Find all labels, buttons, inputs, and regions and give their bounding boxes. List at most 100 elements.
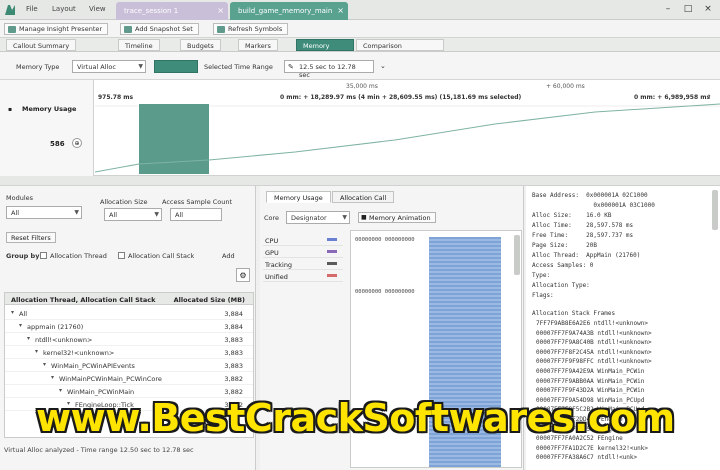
- allocation-size-select[interactable]: All ▼: [104, 208, 162, 221]
- allocation-thread-checkbox[interactable]: [40, 252, 47, 259]
- tree-row-label: WinMain_PCWinMain: [67, 388, 135, 396]
- menu-view[interactable]: View: [89, 5, 106, 13]
- maximize-icon[interactable]: □: [682, 3, 694, 15]
- chevron-down-icon: ▼: [138, 63, 143, 70]
- expand-arrow-icon[interactable]: ▾: [11, 309, 14, 316]
- expand-arrow-icon[interactable]: ▾: [19, 322, 22, 329]
- expand-arrow-icon[interactable]: ▾: [35, 348, 38, 355]
- access-sample-select[interactable]: All: [170, 208, 222, 221]
- expand-arrow-icon[interactable]: ▾: [51, 374, 54, 381]
- stack-frame-line[interactable]: 00007FF7F9F43D2A WinMain_PCWin: [536, 387, 644, 394]
- tree-row[interactable]: ▾ appmain (21760) 3,884: [5, 320, 253, 333]
- chevron-down-icon[interactable]: ⌄: [380, 62, 386, 70]
- stack-frame-line[interactable]: 00007FF7F9A8C40B ntdll!<unknown>: [536, 339, 652, 346]
- tab-memory[interactable]: Memory: [296, 39, 354, 51]
- stack-frame-line[interactable]: 00007FF7F9ABB0AA WinMain_PCWin: [536, 378, 644, 385]
- timeline-summary-a: 0 mm: + 18,289.97 ms (4 min + 28,609.55 …: [280, 94, 522, 101]
- select-value: Virtual Alloc: [77, 63, 116, 71]
- title-bar: File Layout View trace_session 1 × build…: [0, 0, 720, 20]
- info-line: Flags:: [532, 292, 554, 299]
- scrollbar-thumb[interactable]: [712, 190, 718, 230]
- stack-frame-line[interactable]: 00007FF7FA1D2C7E kernel32!<unk>: [536, 445, 648, 452]
- add-grouping-link[interactable]: Add: [222, 252, 235, 260]
- tree-row-value: 3,883: [224, 336, 243, 344]
- legend-row[interactable]: CPU: [263, 234, 343, 246]
- expand-arrow-icon[interactable]: ▾: [27, 335, 30, 342]
- tree-row[interactable]: ▾ ntdll!<unknown> 3,883: [5, 333, 253, 346]
- tree-column-size[interactable]: Allocated Size (MB): [174, 296, 245, 304]
- select-value: All: [11, 209, 20, 217]
- scroll-right-icon[interactable]: ›: [708, 92, 711, 100]
- menu-file[interactable]: File: [26, 5, 38, 13]
- timeline-track-header: ▪ Memory Usage 586 ⊕: [0, 80, 94, 176]
- stack-frame-line[interactable]: 00007FF7F9F98FFC ntdll!<unknown>: [536, 358, 652, 365]
- tree-row-label: All: [19, 310, 28, 318]
- memory-animation-button[interactable]: ■ Memory Animation: [358, 212, 436, 223]
- refresh-symbols-button[interactable]: Refresh Symbols: [213, 23, 289, 35]
- legend-label: CPU: [265, 237, 279, 245]
- panel-splitter[interactable]: [0, 176, 720, 186]
- tab-memory-usage[interactable]: Memory Usage: [266, 191, 331, 203]
- core-select[interactable]: Designator ▼: [286, 211, 350, 224]
- expand-arrow-icon[interactable]: ▾: [43, 361, 46, 368]
- memory-type-color-swatch[interactable]: [154, 60, 198, 73]
- memory-timeline[interactable]: ▪ Memory Usage 586 ⊕ 35,000 ms + 60,000 …: [0, 80, 720, 176]
- tree-row[interactable]: ▾ WinMain_PCWinAPIEvents 3,883: [5, 359, 253, 372]
- allocation-callstack-checkbox[interactable]: [118, 252, 125, 259]
- memory-usage-graph[interactable]: [95, 102, 720, 176]
- manage-insight-button[interactable]: Manage Insight Presenter: [4, 23, 109, 35]
- stack-frame-line[interactable]: 7FF7F9AB8E6A2E6 ntdll!<unknown>: [536, 320, 648, 327]
- memory-type-label: Memory Type: [16, 63, 60, 71]
- zoom-icon[interactable]: ⊕: [72, 138, 82, 148]
- tree-row[interactable]: ▾ WinMainPCWinMain_PCWinCore 3,882: [5, 372, 253, 385]
- stack-frame-line[interactable]: 00007FF7F9A74A3B ntdll!<unknown>: [536, 330, 652, 337]
- selected-range-label: Selected Time Range: [204, 63, 273, 71]
- info-line: 0x000001A 03C1000: [532, 202, 655, 209]
- tab-build-game-memory[interactable]: build_game_memory_main ×: [230, 2, 348, 20]
- tree-column-name[interactable]: Allocation Thread, Allocation Call Stack: [11, 296, 155, 304]
- tab-budgets[interactable]: Budgets: [180, 39, 221, 51]
- button-label: Refresh Symbols: [228, 25, 283, 33]
- tab-markers[interactable]: Markers: [238, 39, 278, 51]
- tree-row-value: 3,883: [224, 362, 243, 370]
- pencil-icon: ✎: [288, 63, 294, 71]
- close-icon[interactable]: ×: [337, 6, 344, 15]
- legend-row[interactable]: Tracking: [263, 258, 343, 270]
- collapse-icon[interactable]: ▪: [8, 106, 12, 113]
- selected-range-select[interactable]: ✎ 12.5 sec to 12.78 sec: [284, 60, 374, 79]
- stack-frame-line[interactable]: 00007FF7F8F2C45A ntdll!<unknown>: [536, 349, 652, 356]
- tab-timeline[interactable]: Timeline: [118, 39, 160, 51]
- menu-layout[interactable]: Layout: [52, 5, 76, 13]
- filter-bar: Memory Type Virtual Alloc ▼ Selected Tim…: [0, 52, 720, 80]
- tab-trace-session[interactable]: trace_session 1 ×: [116, 2, 228, 20]
- chevron-down-icon: ▼: [154, 211, 159, 218]
- modules-select[interactable]: All ▼: [6, 206, 82, 219]
- tab-callout-summary[interactable]: Callout Summary: [6, 39, 77, 51]
- legend-row[interactable]: GPU: [263, 246, 343, 258]
- stack-frame-line[interactable]: 00007FF7FA38A6C7 ntdll!<unk>: [536, 454, 637, 461]
- play-icon: ■: [361, 214, 367, 221]
- tree-row-value: 3,884: [224, 323, 243, 331]
- legend-row[interactable]: Unified: [263, 270, 343, 282]
- info-line: Allocation Type:: [532, 282, 590, 289]
- window-close-icon[interactable]: ×: [702, 3, 714, 15]
- stack-frame-line[interactable]: 00007FF7F9A42E9A WinMain_PCWin: [536, 368, 644, 375]
- reset-filters-button[interactable]: Reset Filters: [6, 232, 56, 243]
- tab-comparison[interactable]: Comparison: [356, 39, 444, 51]
- tree-row-label: WinMain_PCWinAPIEvents: [51, 362, 135, 370]
- track-label: Memory Usage: [22, 105, 77, 113]
- refresh-icon: [217, 26, 225, 33]
- settings-icon[interactable]: ⚙: [236, 268, 250, 282]
- tree-row-label: WinMainPCWinMain_PCWinCore: [59, 375, 162, 383]
- scrollbar-thumb[interactable]: [514, 235, 520, 275]
- memory-type-select[interactable]: Virtual Alloc ▼: [72, 60, 146, 73]
- minimize-icon[interactable]: –: [662, 3, 674, 15]
- add-snapshot-button[interactable]: Add Snapshot Set: [120, 23, 199, 35]
- tree-row[interactable]: ▾ All 3,884: [5, 307, 253, 320]
- tab-allocation-call[interactable]: Allocation Call: [332, 191, 395, 203]
- expand-arrow-icon[interactable]: ▾: [59, 387, 62, 394]
- close-icon[interactable]: ×: [217, 6, 224, 15]
- legend-label: Tracking: [265, 261, 293, 269]
- tree-row[interactable]: ▾ kernel32!<unknown> 3,883: [5, 346, 253, 359]
- ruler-left-label: 975.78 ms: [98, 94, 134, 101]
